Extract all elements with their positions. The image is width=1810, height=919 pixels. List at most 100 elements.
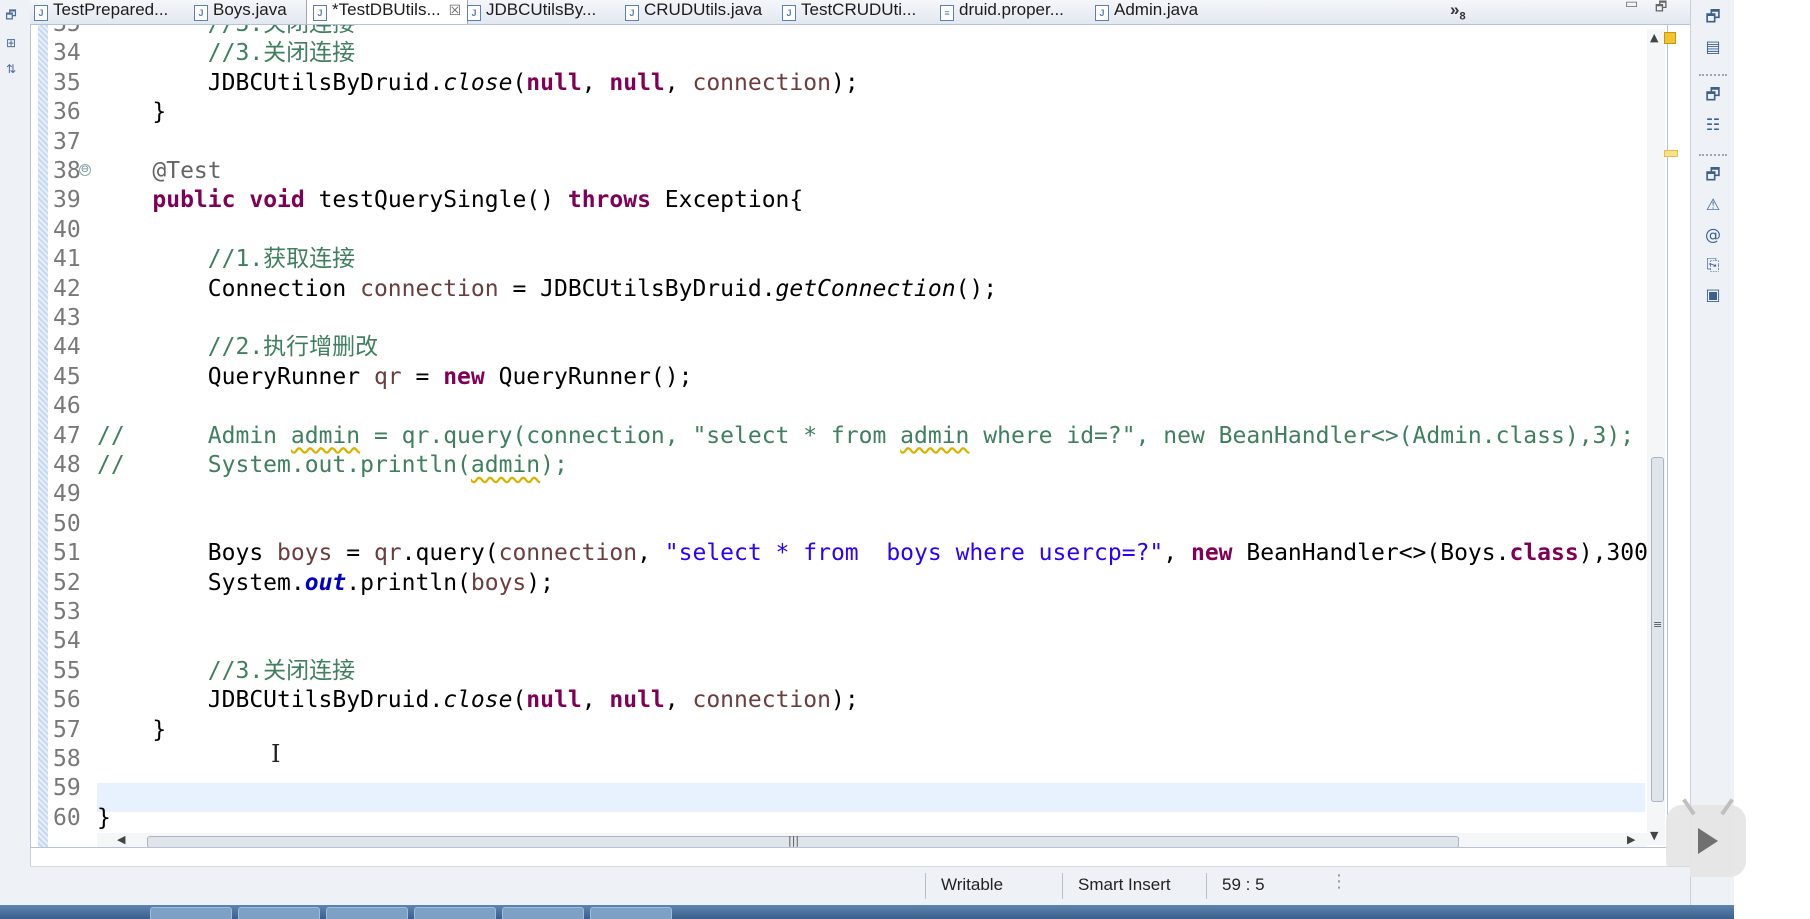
- code-token: connection: [498, 540, 638, 567]
- scroll-left-icon[interactable]: ◀: [117, 833, 125, 846]
- restore-icon[interactable]: 🗗: [4, 8, 18, 22]
- minimize-icon[interactable]: ▭: [1625, 0, 1638, 12]
- outline-icon[interactable]: ☷: [1701, 114, 1725, 136]
- tab-crudutils[interactable]: J CRUDUtils.java: [625, 0, 762, 24]
- restore-icon[interactable]: 🗗: [1701, 164, 1725, 186]
- code-line[interactable]: 54: [31, 626, 1631, 656]
- horizontal-scroll-thumb[interactable]: |||: [147, 834, 1459, 847]
- code-token: //1.获取连接: [207, 246, 356, 273]
- code-line[interactable]: 55 //3.关闭连接: [31, 656, 1631, 686]
- grip-icon: |||: [788, 834, 800, 847]
- left-trim-stack: 🗗 ⊞ ⇅: [0, 0, 31, 905]
- code-line[interactable]: 59: [31, 773, 1631, 803]
- occurrence-marker[interactable]: [1664, 150, 1678, 157]
- close-tab-icon[interactable]: ☒: [449, 2, 462, 18]
- tab-jdbcutilsby[interactable]: J JDBCUtilsBy...: [467, 0, 596, 24]
- hierarchy-icon[interactable]: ⇅: [4, 62, 18, 76]
- javadoc-icon[interactable]: @: [1701, 224, 1725, 246]
- code-line[interactable]: 44 //2.执行增删改: [31, 332, 1631, 362]
- declaration-icon[interactable]: ⎘: [1701, 254, 1725, 276]
- insert-mode-status[interactable]: Smart Insert: [1078, 875, 1171, 895]
- code-token: (: [512, 69, 527, 96]
- code-line[interactable]: 56 JDBCUtilsByDruid.close(null, null, co…: [31, 685, 1631, 715]
- code-token: =: [401, 363, 444, 390]
- code-line[interactable]: 42 Connection connection = JDBCUtilsByDr…: [31, 274, 1631, 304]
- code-token: null: [526, 69, 582, 96]
- code-token: }: [97, 99, 167, 126]
- code-token: Exception{: [650, 187, 804, 214]
- line-number: 43: [53, 305, 81, 331]
- tab-testprepared[interactable]: J TestPrepared...: [34, 0, 168, 24]
- task-list-icon[interactable]: ▤: [1701, 36, 1725, 58]
- code-line[interactable]: 35 //3.关闭连接: [31, 25, 1631, 39]
- line-number: 50: [53, 510, 81, 537]
- code-line[interactable]: 34 //3.关闭连接: [31, 38, 1631, 68]
- code-token: @Test: [152, 158, 222, 184]
- tab-admin[interactable]: J Admin.java: [1095, 0, 1198, 24]
- warning-summary-icon[interactable]: [1664, 32, 1676, 44]
- code-token: connection: [692, 69, 831, 96]
- code-token: qr: [373, 363, 402, 390]
- taskbar-item[interactable]: [150, 907, 232, 919]
- horizontal-scrollbar[interactable]: ◀ ||| ▶: [97, 833, 1647, 847]
- package-explorer-icon[interactable]: ⊞: [4, 36, 18, 50]
- scroll-up-icon[interactable]: ▲: [1650, 31, 1658, 44]
- tab-druid-properties[interactable]: ≡ druid.proper...: [940, 0, 1064, 24]
- code-editor[interactable]: 35 //3.关闭连接 34 //3.关闭连接 35 JDBCUtilsByDrui…: [30, 24, 1668, 848]
- code-text: // Admin admin = qr.query(connection, "s…: [97, 421, 1634, 451]
- scroll-right-icon[interactable]: ▶: [1627, 833, 1635, 846]
- code-line[interactable]: 46: [31, 391, 1631, 421]
- tab-overflow-button[interactable]: »8: [1450, 0, 1466, 22]
- console-icon[interactable]: ▣: [1701, 284, 1725, 306]
- code-token: admin: [290, 422, 361, 449]
- code-text: //2.执行增删改: [97, 332, 378, 362]
- code-token: getConnection: [775, 275, 956, 302]
- code-line[interactable]: 50: [31, 509, 1631, 539]
- code-token: // System.out.println(: [97, 452, 471, 478]
- code-line[interactable]: 60}: [31, 803, 1631, 833]
- code-text: JDBCUtilsByDruid.close(null, null, conne…: [97, 68, 859, 98]
- code-line[interactable]: 43: [31, 303, 1631, 333]
- code-line[interactable]: 37: [31, 127, 1631, 157]
- code-line[interactable]: 49: [31, 479, 1631, 509]
- screen: 🗗 ⊞ ⇅ J TestPrepared... J Boys.java J *Test…: [0, 0, 1810, 919]
- taskbar-item[interactable]: [590, 907, 672, 919]
- restore-icon[interactable]: 🗗: [1701, 84, 1725, 106]
- code-line[interactable]: 39 public void testQuerySingle() throws …: [31, 185, 1631, 215]
- code-token: }: [97, 716, 167, 743]
- code-token: }: [97, 804, 111, 831]
- fold-collapse-icon[interactable]: ⊖: [79, 164, 91, 176]
- taskbar-item[interactable]: [414, 907, 496, 919]
- code-token: ,: [637, 540, 665, 567]
- code-line[interactable]: 48// System.out.println(admin);: [31, 450, 1631, 480]
- taskbar-item[interactable]: [326, 907, 408, 919]
- i-beam-cursor-icon: I: [271, 740, 281, 768]
- taskbar-item[interactable]: [502, 907, 584, 919]
- code-line[interactable]: 38 ⊖ @Test: [31, 156, 1631, 186]
- status-grip-icon: ⋮: [1330, 871, 1348, 892]
- tab-testcrudutils[interactable]: J TestCRUDUti...: [782, 0, 916, 24]
- code-token: null: [609, 687, 665, 714]
- code-line[interactable]: 35 JDBCUtilsByDruid.close(null, null, co…: [31, 68, 1631, 98]
- code-line[interactable]: 40: [31, 215, 1631, 245]
- code-line[interactable]: 45 QueryRunner qr = new QueryRunner();: [31, 362, 1631, 392]
- restore-icon[interactable]: 🗗: [1701, 6, 1725, 28]
- play-icon: [1698, 828, 1718, 854]
- code-line[interactable]: 36 }: [31, 97, 1631, 127]
- code-line[interactable]: 41 //1.获取连接: [31, 244, 1631, 274]
- code-line[interactable]: 51 Boys boys = qr.query(connection, "sel…: [31, 538, 1662, 568]
- maximize-icon[interactable]: 🗗: [1655, 0, 1667, 20]
- code-line[interactable]: 53: [31, 597, 1631, 627]
- tab-testdbutils[interactable]: J *TestDBUtils... ☒: [306, 0, 469, 24]
- problems-icon[interactable]: ⚠: [1701, 194, 1725, 216]
- code-token: );: [830, 687, 859, 714]
- line-number: 53: [53, 599, 81, 625]
- tab-boys[interactable]: J Boys.java: [194, 0, 287, 24]
- taskbar-item[interactable]: [238, 907, 320, 919]
- code-token: Boys: [97, 540, 278, 567]
- code-line[interactable]: 52 System.out.println(boys);: [31, 568, 1631, 598]
- scroll-down-icon[interactable]: ▼: [1650, 829, 1658, 842]
- code-line[interactable]: 47// Admin admin = qr.query(connection, …: [31, 421, 1634, 451]
